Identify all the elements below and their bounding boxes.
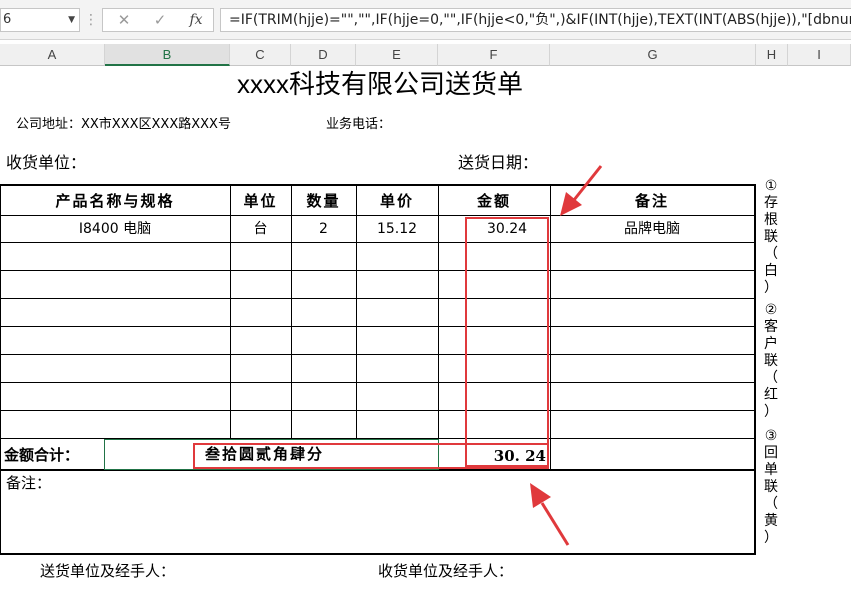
copy-label-char: 根 (764, 212, 778, 228)
arrow-icon (530, 483, 570, 546)
copy-label-char: ② (764, 302, 778, 318)
copy-label-char: ① (764, 178, 778, 194)
arrow-icon (560, 165, 603, 216)
copy-label-char: 白 (764, 263, 778, 279)
copy-label-char: 回 (764, 445, 778, 461)
sender-signature-label: 送货单位及经手人： (40, 562, 176, 580)
copy-label-char: 存 (764, 195, 778, 211)
copy-label-char: ） (764, 280, 778, 296)
copy-label-char: 联 (764, 479, 778, 495)
copy-label-char: （ (764, 496, 778, 512)
copy-label-char: 单 (764, 462, 778, 478)
copy-label-char: （ (764, 370, 778, 386)
copy-label-customer: ② 客户联（红） (760, 302, 782, 427)
copy-label-char: 联 (764, 229, 778, 245)
copy-label-char: ③ (764, 428, 778, 444)
copy-label-char: ） (764, 530, 778, 546)
remarks-label: 备注： (6, 474, 52, 492)
copy-label-char: 红 (764, 387, 778, 403)
copy-label-receipt: ③ 回单联（黄） (760, 428, 782, 553)
copy-label-char: ） (764, 404, 778, 420)
copy-label-char: 联 (764, 353, 778, 369)
copy-label-char: 客 (764, 319, 778, 335)
copy-label-text: ② 客户联（红） (760, 302, 782, 421)
copy-label-text: ③ 回单联（黄） (760, 428, 782, 547)
copy-label-text: ① 存根联（白） (760, 178, 782, 297)
copy-label-stub: ① 存根联（白） (760, 178, 782, 303)
copy-label-char: 户 (764, 336, 778, 352)
copy-label-char: （ (764, 246, 778, 262)
annotation-arrows (530, 165, 603, 546)
receiver-signature-label: 收货单位及经手人： (378, 562, 514, 580)
copy-label-char: 黄 (764, 513, 778, 529)
